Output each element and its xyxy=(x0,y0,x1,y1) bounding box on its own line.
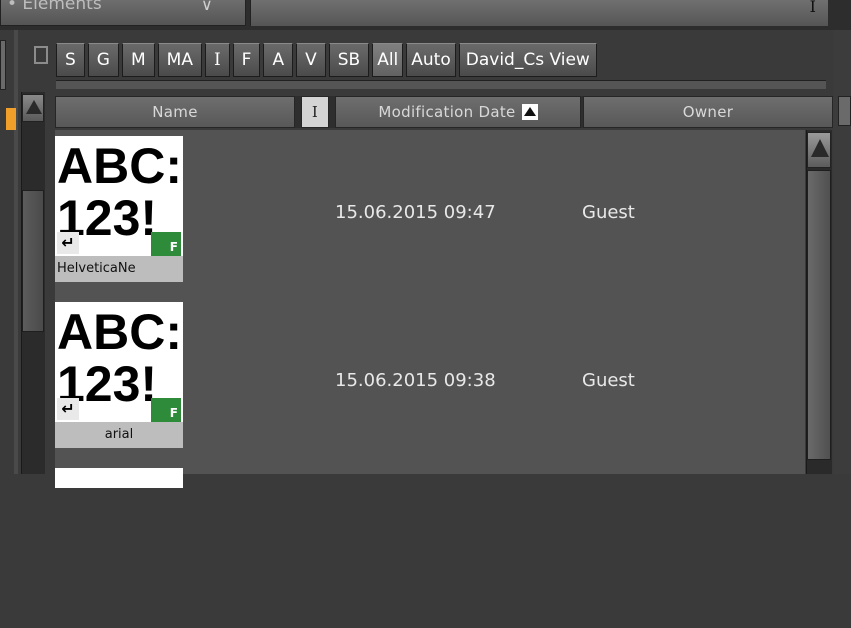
left-panel-edge xyxy=(14,30,18,474)
arrow-up-icon xyxy=(26,100,42,114)
elements-dropdown[interactable]: • Elements ∨ xyxy=(0,0,246,26)
tab-ma[interactable]: MA xyxy=(157,43,202,77)
modification-date: 15.06.2015 09:47 xyxy=(335,202,496,223)
shortcut-arrow-icon: ↵ xyxy=(57,398,79,420)
column-header-name-label: Name xyxy=(152,103,198,121)
right-scroll-up-button[interactable] xyxy=(807,132,831,168)
left-scroll-thumb[interactable] xyxy=(22,190,44,332)
sort-ascending-icon xyxy=(521,104,538,120)
selection-marker xyxy=(6,108,16,130)
font-preview-text: ABC: 123! xyxy=(57,138,182,246)
filter-tab-bar: S G M MA I F A V SB All Auto David_Cs Vi… xyxy=(56,43,816,79)
arrow-up-icon xyxy=(811,139,829,157)
font-preview-text: ABC: 123! xyxy=(57,304,182,412)
font-thumbnail[interactable] xyxy=(55,468,183,488)
tab-sb[interactable]: SB xyxy=(328,43,370,77)
tab-all[interactable]: All xyxy=(372,43,404,77)
font-thumbnail[interactable]: ABC: 123! ↵ F xyxy=(55,302,183,422)
column-header-row: Name I Modification Date Owner xyxy=(55,96,851,128)
owner: Guest xyxy=(582,370,635,391)
column-resize-handle[interactable]: I xyxy=(301,96,329,128)
right-scroll-thumb[interactable] xyxy=(807,170,831,460)
font-thumbnail[interactable]: ABC: 123! ↵ F xyxy=(55,136,183,256)
splitter-handle[interactable] xyxy=(34,46,48,64)
tab-david-cs-view[interactable]: David_Cs View xyxy=(458,43,597,77)
left-scroll-up-button[interactable] xyxy=(22,94,44,122)
top-field[interactable]: I xyxy=(250,0,828,26)
asset-list: ABC: 123! ↵ F HelveticaNe 15.06.2015 09:… xyxy=(55,130,805,488)
tab-auto[interactable]: Auto xyxy=(406,43,456,77)
item-name: arial xyxy=(55,422,183,448)
text-cursor-icon: I xyxy=(809,0,816,16)
owner: Guest xyxy=(582,202,635,223)
tab-f[interactable]: F xyxy=(232,43,261,77)
column-header-owner-label: Owner xyxy=(682,103,734,121)
column-header-modification-date-label: Modification Date xyxy=(378,103,516,121)
item-name: HelveticaNe xyxy=(55,256,183,282)
left-panel-tab[interactable] xyxy=(0,40,6,90)
tab-v[interactable]: V xyxy=(296,43,326,77)
list-item[interactable]: ABC: 123! ↵ F HelveticaNe 15.06.2015 09:… xyxy=(55,130,805,296)
tab-i[interactable]: I xyxy=(204,43,230,77)
right-panel-tab[interactable] xyxy=(838,96,851,126)
tab-a[interactable]: A xyxy=(263,43,294,77)
column-header-name[interactable]: Name xyxy=(55,96,295,128)
tab-g[interactable]: G xyxy=(87,43,119,77)
list-item[interactable] xyxy=(55,462,805,628)
shortcut-arrow-icon: ↵ xyxy=(57,232,79,254)
tab-m[interactable]: M xyxy=(121,43,155,77)
list-item[interactable]: ABC: 123! ↵ F arial 15.06.2015 09:38 Gue… xyxy=(55,296,805,462)
column-header-owner[interactable]: Owner xyxy=(583,96,833,128)
tab-s[interactable]: S xyxy=(56,43,85,77)
elements-dropdown-label: • Elements xyxy=(7,0,102,14)
column-header-modification-date[interactable]: Modification Date xyxy=(335,96,581,128)
modification-date: 15.06.2015 09:38 xyxy=(335,370,496,391)
font-type-badge: F xyxy=(151,232,181,256)
tab-bar-baseline xyxy=(56,80,826,89)
font-type-badge: F xyxy=(151,398,181,422)
chevron-down-icon: ∨ xyxy=(201,0,213,14)
